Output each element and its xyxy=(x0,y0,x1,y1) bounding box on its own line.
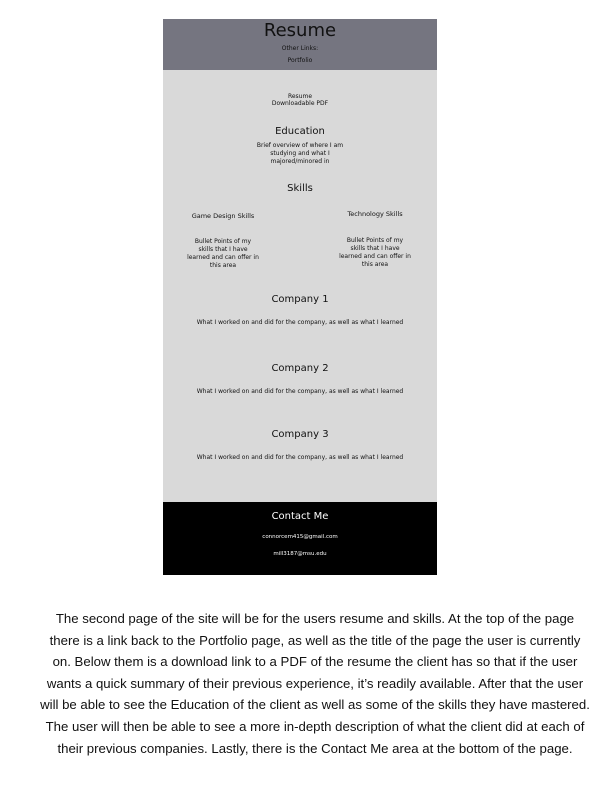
download-pdf-link[interactable]: Downloadable PDF xyxy=(163,100,437,107)
page-header: Resume Other Links: Portfolio xyxy=(163,19,437,70)
other-links-label: Other Links: xyxy=(281,45,319,52)
game-design-skills-heading: Game Design Skills xyxy=(191,212,255,220)
contact-heading: Contact Me xyxy=(271,511,329,522)
education-description: Brief overview of where I am studying an… xyxy=(256,142,344,165)
technology-skills-heading: Technology Skills xyxy=(347,210,403,218)
skills-heading: Skills xyxy=(287,183,313,194)
contact-footer: Contact Me connorcem415@gmail.com mill31… xyxy=(163,502,437,575)
company-1-description: What I worked on and did for the company… xyxy=(196,319,404,326)
company-3-description: What I worked on and did for the company… xyxy=(196,454,404,461)
resume-page-mockup: Resume Other Links: Portfolio Resume Dow… xyxy=(163,19,437,575)
company-3-heading: Company 3 xyxy=(271,429,329,440)
company-2-heading: Company 2 xyxy=(271,363,329,374)
technology-skills-text: Bullet Points of my skills that I have l… xyxy=(339,237,411,268)
gmail-contact-link[interactable]: connorcem415@gmail.com xyxy=(163,534,437,540)
page-description-caption: The second page of the site will be for … xyxy=(40,611,590,756)
resume-label: Resume xyxy=(287,93,313,100)
education-heading: Education xyxy=(275,126,325,137)
portfolio-link[interactable]: Portfolio xyxy=(163,57,437,64)
company-1-heading: Company 1 xyxy=(271,294,329,305)
company-2-description: What I worked on and did for the company… xyxy=(196,388,404,395)
msu-email-contact-link[interactable]: mill3187@msu.edu xyxy=(163,551,437,557)
page-title: Resume xyxy=(263,20,337,41)
game-design-skills-text: Bullet Points of my skills that I have l… xyxy=(187,238,259,269)
